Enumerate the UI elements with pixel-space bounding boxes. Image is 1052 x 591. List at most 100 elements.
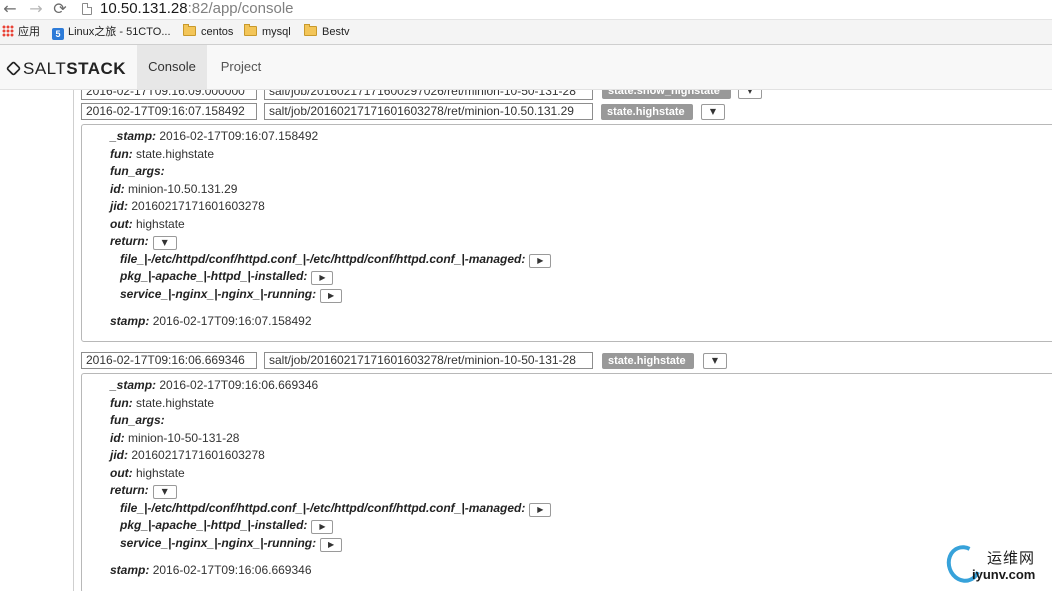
detail-jid: jid: 20160217171601603278 xyxy=(110,198,265,215)
caret-right-icon: ▶ xyxy=(537,256,544,265)
entry-state-label: state.highstate xyxy=(601,104,693,120)
caret-right-icon: ▶ xyxy=(328,291,335,300)
value: state.highstate xyxy=(136,396,215,410)
detail-return: return: ▼ xyxy=(110,482,177,499)
caret-down-icon: ▼ xyxy=(746,90,754,95)
key: id: xyxy=(110,182,125,196)
key: service_|-nginx_|-nginx_|-running: xyxy=(120,287,317,301)
bookmarks-bar: 应用 5 Linux之旅 - 51CTO... centos mysql Best… xyxy=(0,20,1052,45)
detail-stamp: _stamp: 2016-02-17T09:16:06.669346 xyxy=(110,377,318,394)
brand-stack: STACK xyxy=(66,59,127,78)
partial-entry-label: state.show_highstate xyxy=(602,90,731,99)
partial-entry-toggle[interactable]: ▼ xyxy=(738,90,762,99)
folder-icon xyxy=(304,24,317,36)
tab-project[interactable]: Project xyxy=(210,45,272,89)
key: _stamp: xyxy=(110,378,157,392)
bookmark-apps[interactable]: 应用 xyxy=(2,24,40,40)
folder-icon xyxy=(244,24,257,36)
expand-button[interactable]: ▶ xyxy=(311,520,334,534)
expand-button[interactable]: ▶ xyxy=(311,271,334,285)
caret-right-icon: ▶ xyxy=(319,273,326,282)
partial-entry-path: salt/job/20160217171600297026/ret/minion… xyxy=(264,90,593,100)
brand-logo[interactable]: SALTSTACK xyxy=(5,59,127,78)
key: stamp: xyxy=(110,563,150,577)
detail-fun: fun: state.highstate xyxy=(110,146,214,163)
return-item: file_|-/etc/httpd/conf/httpd.conf_|-/etc… xyxy=(120,500,552,517)
key: pkg_|-apache_|-httpd_|-installed: xyxy=(120,269,308,283)
value: 2016-02-17T09:16:06.669346 xyxy=(159,378,319,392)
return-item: file_|-/etc/httpd/conf/httpd.conf_|-/etc… xyxy=(120,251,552,268)
bookmark-label: 应用 xyxy=(18,26,40,38)
bookmark-label: Bestv xyxy=(322,26,350,38)
value: highstate xyxy=(136,466,185,480)
key: file_|-/etc/httpd/conf/httpd.conf_|-/etc… xyxy=(120,252,526,266)
bookmark-mysql[interactable]: mysql xyxy=(244,24,291,40)
saltstack-logo-icon xyxy=(5,60,22,77)
site-icon: 5 xyxy=(52,28,64,40)
bookmark-linux[interactable]: 5 Linux之旅 - 51CTO... xyxy=(52,24,171,40)
job-detail-panel: _stamp: 2016-02-17T09:16:06.669346 fun: … xyxy=(81,373,1052,591)
key: return: xyxy=(110,483,149,497)
apps-icon xyxy=(2,25,14,37)
entry-toggle-button[interactable]: ▼ xyxy=(703,353,727,369)
return-toggle-button[interactable]: ▼ xyxy=(152,236,177,250)
key: out: xyxy=(110,217,133,231)
detail-out: out: highstate xyxy=(110,465,185,482)
bookmark-label: Linux之旅 - 51CTO... xyxy=(68,26,171,38)
detail-fun: fun: state.highstate xyxy=(110,395,214,412)
url-input[interactable]: 10.50.131.28:82/app/console xyxy=(100,0,294,18)
watermark-text: 运维网 xyxy=(987,550,1036,567)
key: fun_args: xyxy=(110,413,165,427)
return-item: service_|-nginx_|-nginx_|-running: ▶ xyxy=(120,286,343,303)
watermark: 运维网 iyunv.com xyxy=(941,540,1049,588)
caret-right-icon: ▶ xyxy=(328,540,335,549)
caret-down-icon: ▼ xyxy=(161,487,168,496)
detail-jid: jid: 20160217171601603278 xyxy=(110,447,265,464)
detail-id: id: minion-10-50-131-28 xyxy=(110,430,239,447)
tab-console[interactable]: Console xyxy=(137,45,207,89)
value: minion-10.50.131.29 xyxy=(128,182,238,196)
url-path: :82/app/console xyxy=(187,0,294,17)
brand-salt: SALT xyxy=(23,59,67,78)
app-navbar: SALTSTACK Console Project xyxy=(0,45,1052,90)
entry-toggle-button[interactable]: ▼ xyxy=(701,104,725,120)
key: out: xyxy=(110,466,133,480)
bookmark-label: centos xyxy=(201,26,234,38)
value: 20160217171601603278 xyxy=(131,448,265,462)
entry-state-label: state.highstate xyxy=(602,353,694,369)
value: 2016-02-17T09:16:06.669346 xyxy=(152,563,312,577)
key: fun_args: xyxy=(110,164,165,178)
value: state.highstate xyxy=(136,147,215,161)
value: 20160217171601603278 xyxy=(131,199,265,213)
bookmark-centos[interactable]: centos xyxy=(183,24,233,40)
back-icon[interactable]: ← xyxy=(1,0,19,18)
page-icon xyxy=(82,3,92,15)
address-bar: ← → ⟳ 10.50.131.28:82/app/console xyxy=(0,0,1052,20)
key: pkg_|-apache_|-httpd_|-installed: xyxy=(120,518,308,532)
key: fun: xyxy=(110,147,133,161)
detail-return: return: ▼ xyxy=(110,233,177,250)
return-item: pkg_|-apache_|-httpd_|-installed: ▶ xyxy=(120,517,334,534)
forward-icon[interactable]: → xyxy=(27,0,45,18)
return-item: pkg_|-apache_|-httpd_|-installed: ▶ xyxy=(120,268,334,285)
entry-path: salt/job/20160217171601603278/ret/minion… xyxy=(264,103,593,120)
expand-button[interactable]: ▶ xyxy=(320,289,343,303)
key: _stamp: xyxy=(110,129,157,143)
expand-button[interactable]: ▶ xyxy=(529,503,552,517)
bookmark-label: mysql xyxy=(262,26,291,38)
expand-button[interactable]: ▶ xyxy=(320,538,343,552)
expand-button[interactable]: ▶ xyxy=(529,254,552,268)
key: service_|-nginx_|-nginx_|-running: xyxy=(120,536,317,550)
reload-icon[interactable]: ⟳ xyxy=(51,0,69,18)
watermark-url: iyunv.com xyxy=(972,567,1036,582)
url-host: 10.50.131.28 xyxy=(100,0,188,17)
job-detail-panel: _stamp: 2016-02-17T09:16:07.158492 fun: … xyxy=(81,124,1052,342)
detail-stamp-2: stamp: 2016-02-17T09:16:06.669346 xyxy=(110,562,312,579)
caret-right-icon: ▶ xyxy=(319,522,326,531)
entry-path: salt/job/20160217171601603278/ret/minion… xyxy=(264,352,593,369)
return-toggle-button[interactable]: ▼ xyxy=(152,485,177,499)
console-content: 2016-02-17T09:16:09.000000 salt/job/2016… xyxy=(0,90,1052,591)
bookmark-bestv[interactable]: Bestv xyxy=(304,24,350,40)
key: id: xyxy=(110,431,125,445)
value: 2016-02-17T09:16:07.158492 xyxy=(152,314,312,328)
